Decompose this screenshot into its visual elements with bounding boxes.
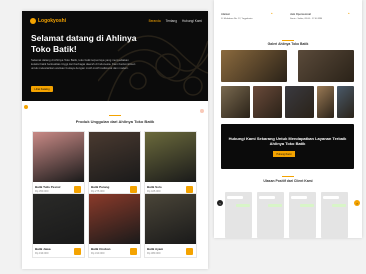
logo-icon: [30, 18, 36, 24]
location-icon: ●: [271, 12, 273, 15]
product-price: Rp 380.000: [147, 252, 161, 255]
product-name: Batik Parang: [91, 185, 110, 189]
product-image: [33, 132, 84, 182]
products-section-title: Produk Unggulan dari Ahlinya Toko Batik: [75, 119, 155, 124]
cart-icon[interactable]: [186, 186, 193, 193]
product-name: Batik Jawa: [35, 247, 51, 251]
product-image: [33, 194, 84, 244]
product-card[interactable]: Batik Tulis Pesisir Rp 350.000: [32, 131, 85, 196]
hero-description: Selamat datang di Ahlinya Toko Batik, to…: [31, 58, 136, 70]
hours-label: Jam Operasional: [290, 13, 311, 16]
product-name: Batik Solo: [147, 185, 162, 189]
review-card[interactable]: [289, 192, 316, 238]
decor-dot: [200, 109, 204, 113]
clock-icon: ●: [348, 12, 350, 15]
nav-item-about[interactable]: Tentang: [166, 19, 177, 23]
cart-icon[interactable]: [130, 186, 137, 193]
cart-icon[interactable]: [74, 186, 81, 193]
product-card[interactable]: Batik Cirebon Rp 310.000: [88, 193, 141, 258]
homepage-mockup: Logokyoshi Beranda Tentang Hubungi Kami …: [22, 11, 208, 269]
hours-text: Senin - Sabtu, 09.00 - 17.00 WIB: [290, 18, 323, 20]
review-card[interactable]: [321, 192, 348, 238]
address-label: Alamat: [221, 13, 230, 16]
gallery-image[interactable]: [285, 86, 314, 118]
hero-cta-button[interactable]: Lihat Katalog: [31, 86, 53, 92]
review-card[interactable]: [257, 192, 284, 238]
gallery-section-title: Galeri Ahlinya Toko Batik: [267, 42, 309, 46]
product-image: [89, 132, 140, 182]
cart-icon[interactable]: [74, 248, 81, 255]
brand-logo[interactable]: Logokyoshi: [30, 18, 66, 24]
product-name: Batik Ayam: [147, 247, 164, 251]
gallery-image[interactable]: [221, 50, 287, 82]
hero-title: Selamat datang di Ahlinya Toko Batik!: [31, 33, 137, 54]
address-text: Jl. Malioboro No. 12, Yogyakarta: [221, 18, 253, 20]
gallery-image[interactable]: [253, 86, 282, 118]
banner-title: Hubungi Kami Sekarang Untuk Mendapatkan …: [228, 136, 347, 147]
product-name: Batik Cirebon: [91, 247, 111, 251]
cart-icon[interactable]: [130, 248, 137, 255]
review-card[interactable]: [225, 192, 252, 238]
arrow-left-icon[interactable]: ‹: [217, 200, 223, 206]
section-accent-bar: [282, 40, 294, 41]
banner-cta-button[interactable]: Hubungi Kami: [273, 151, 295, 157]
product-card[interactable]: Batik Ayam Rp 380.000: [144, 193, 197, 258]
decor-dot: [24, 105, 28, 109]
section-accent-bar: [109, 115, 121, 116]
brand-name: Logokyoshi: [38, 18, 67, 24]
contact-banner: Hubungi Kami Sekarang Untuk Mendapatkan …: [221, 124, 354, 169]
product-image: [145, 194, 196, 244]
gallery-image[interactable]: [221, 86, 250, 118]
product-card[interactable]: Batik Jawa Rp 199.000: [32, 193, 85, 258]
product-card[interactable]: Batik Parang Rp 275.000: [88, 131, 141, 196]
product-image: [145, 132, 196, 182]
cart-icon[interactable]: [186, 248, 193, 255]
gallery-image[interactable]: [298, 50, 354, 82]
nav-item-contact[interactable]: Hubungi Kami: [182, 19, 202, 23]
secondary-page-mockup: Alamat ● Jl. Malioboro No. 12, Yogyakart…: [214, 0, 362, 238]
gallery-image[interactable]: [317, 86, 334, 118]
nav-item-home[interactable]: Beranda: [149, 19, 161, 23]
gallery-image[interactable]: [337, 86, 354, 118]
arrow-right-icon[interactable]: ›: [354, 200, 360, 206]
product-price: Rp 199.000: [35, 252, 49, 255]
section-accent-bar: [282, 176, 294, 177]
product-price: Rp 310.000: [91, 252, 105, 255]
top-navigation: Logokyoshi Beranda Tentang Hubungi Kami: [30, 16, 202, 26]
product-card[interactable]: Batik Solo Rp 425.000: [144, 131, 197, 196]
product-name: Batik Tulis Pesisir: [35, 185, 61, 189]
reviews-section-title: Ulasan Positif dari Client Kami: [263, 179, 313, 183]
product-image: [89, 194, 140, 244]
nav-menu: Beranda Tentang Hubungi Kami: [149, 19, 202, 23]
hero-section: Logokyoshi Beranda Tentang Hubungi Kami …: [22, 11, 208, 101]
